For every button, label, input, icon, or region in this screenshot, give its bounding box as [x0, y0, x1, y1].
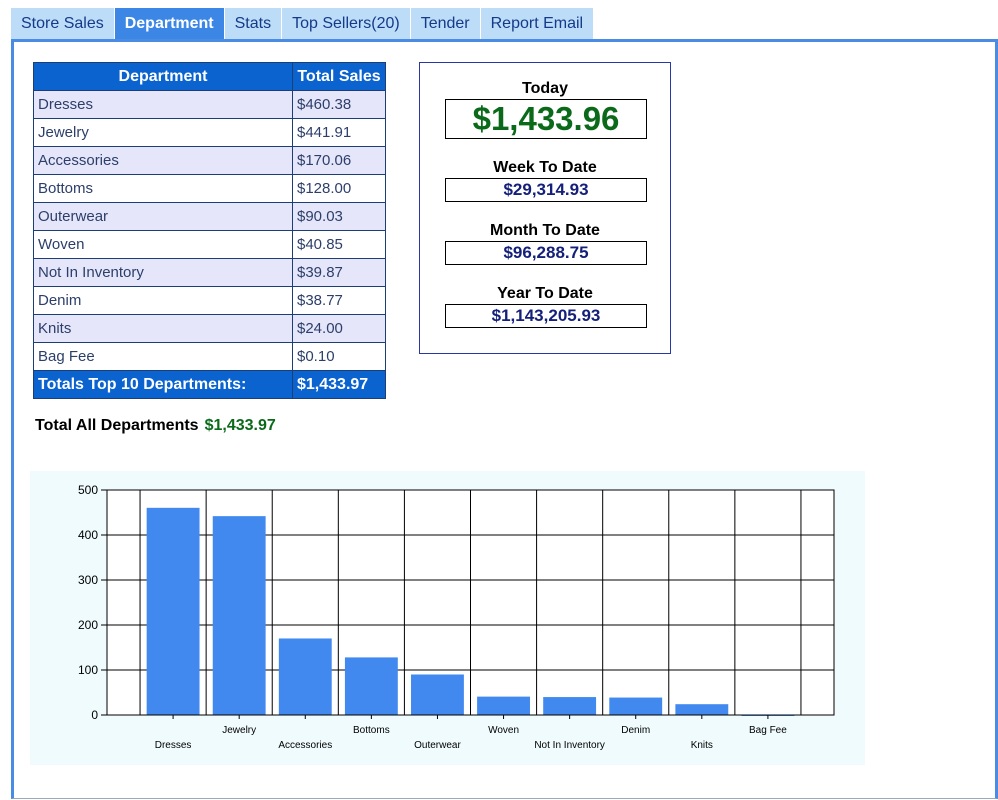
bar-accessories	[278, 638, 332, 715]
bar-knits	[675, 704, 729, 715]
x-tick-label: Dresses	[155, 740, 192, 751]
x-tick-label: Jewelry	[222, 725, 256, 736]
x-tick-label: Woven	[488, 725, 519, 736]
x-tick-label: Knits	[691, 740, 713, 751]
bar-bottoms	[344, 657, 398, 715]
y-tick-label: 100	[78, 663, 98, 677]
y-tick-label: 200	[78, 618, 98, 632]
y-tick-label: 0	[91, 708, 98, 722]
x-tick-label: Denim	[621, 725, 650, 736]
department-sales-chart: 0 100 200 300 400 500 Dresses Jewelry Accessorie…	[78, 483, 835, 751]
bar-dresses	[146, 507, 200, 715]
bar-not-in-inventory	[543, 697, 597, 715]
x-tick-label: Outerwear	[414, 740, 461, 751]
x-tick-label: Bag Fee	[749, 725, 787, 736]
bar-outerwear	[411, 674, 464, 715]
bar-woven	[477, 696, 530, 715]
y-tick-label: 500	[78, 483, 98, 497]
x-tick-label: Not In Inventory	[534, 740, 605, 751]
bar-jewelry	[212, 516, 266, 715]
x-tick-label: Accessories	[278, 740, 332, 751]
bar-denim	[609, 697, 663, 715]
y-tick-label: 400	[78, 528, 98, 542]
x-tick-label: Bottoms	[353, 725, 390, 736]
y-tick-label: 300	[78, 573, 98, 587]
